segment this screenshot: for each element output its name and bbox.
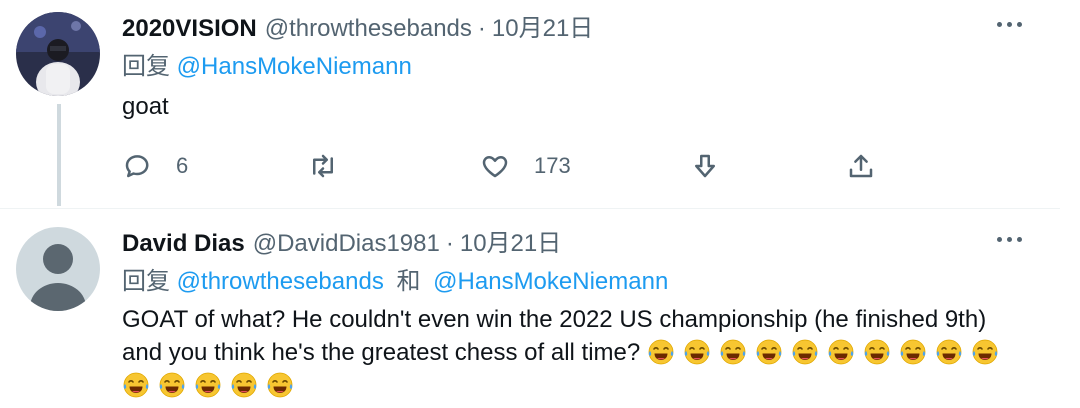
like-count: 173 (534, 153, 571, 178)
tweet-content: David Dias @DavidDias1981 · 10月21日 回复 @t… (122, 227, 1060, 402)
laughing-tears-emoji (158, 371, 186, 399)
tweet-actions: 6 173 (122, 148, 882, 184)
reply-count: 6 (176, 153, 189, 178)
reply-button[interactable]: 6 (122, 148, 188, 184)
reply-icon (125, 155, 149, 178)
tweet-header: David Dias @DavidDias1981 · 10月21日 (122, 227, 1060, 261)
tweet-2020vision[interactable]: 2020VISION @throwthesebands · 10月21日 回复 … (0, 0, 1060, 210)
default-avatar-icon (16, 227, 100, 311)
reply-label: 回复 (122, 268, 170, 295)
avatar-2020vision[interactable] (16, 12, 100, 96)
more-icon[interactable] (997, 22, 1022, 27)
tweet-text: goat (122, 93, 169, 120)
author-name[interactable]: David Dias (122, 227, 245, 261)
tweet-david-dias[interactable]: David Dias @DavidDias1981 · 10月21日 回复 @t… (0, 210, 1060, 405)
laughing-tears-emoji (122, 371, 150, 399)
like-icon (482, 156, 508, 178)
laughing-tears-emoji (683, 338, 711, 366)
tweet-divider (0, 208, 1060, 209)
tweet-date[interactable]: 10月21日 (492, 12, 593, 46)
replying-to: 回复 @throwthesebands 和 @HansMokeNiemann (122, 265, 1060, 299)
reply-conjunction: 和 (396, 268, 421, 295)
avatar-david-dias[interactable] (16, 227, 100, 311)
laughing-tears-emoji (230, 371, 258, 399)
share-icon (849, 154, 873, 178)
avatar-photo (16, 12, 100, 96)
tweet-header: 2020VISION @throwthesebands · 10月21日 (122, 12, 1060, 46)
tweet-date[interactable]: 10月21日 (460, 227, 561, 261)
thread-line (57, 104, 61, 206)
mention-link[interactable]: @HansMokeNiemann (177, 53, 412, 80)
share-button[interactable] (846, 148, 876, 184)
laughing-tears-emoji (194, 371, 222, 399)
tweet-text: GOAT of what? He couldn't even win the 2… (122, 303, 1022, 402)
like-button[interactable]: 173 (480, 148, 571, 184)
more-icon[interactable] (997, 237, 1022, 242)
laughing-tears-emoji (266, 371, 294, 399)
separator: · (445, 230, 454, 257)
author-handle[interactable]: @throwthesebands (265, 12, 472, 46)
mention-link[interactable]: @throwthesebands (177, 268, 384, 295)
laughing-tears-emoji (791, 338, 819, 366)
separator: · (477, 15, 486, 42)
laughing-tears-emoji (719, 338, 747, 366)
replying-to: 回复 @HansMokeNiemann (122, 50, 1060, 84)
retweet-button[interactable] (308, 148, 338, 184)
author-name[interactable]: 2020VISION (122, 12, 257, 46)
laughing-tears-emoji (827, 338, 855, 366)
laughing-tears-emoji (863, 338, 891, 366)
laughing-tears-emoji (935, 338, 963, 366)
laughing-tears-emoji (647, 338, 675, 366)
retweet-icon (313, 154, 333, 178)
mention-link[interactable]: @HansMokeNiemann (433, 268, 668, 295)
reply-label: 回复 (122, 53, 170, 80)
laughing-tears-emoji (899, 338, 927, 366)
laughing-tears-emoji (755, 338, 783, 366)
tweet-content: 2020VISION @throwthesebands · 10月21日 回复 … (122, 12, 1060, 124)
downvote-icon (695, 154, 715, 178)
laughing-tears-emoji (971, 338, 999, 366)
author-handle[interactable]: @DavidDias1981 (253, 227, 440, 261)
downvote-button[interactable] (690, 148, 720, 184)
